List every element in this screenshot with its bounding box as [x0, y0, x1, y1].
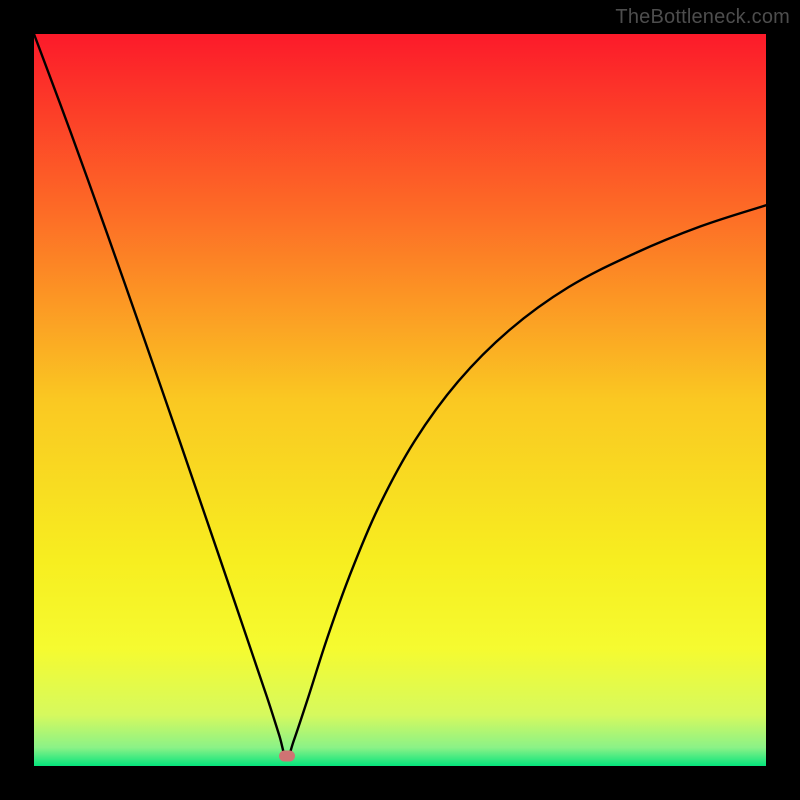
bottleneck-curve [34, 34, 766, 759]
plot-area [34, 34, 766, 766]
optimal-point-marker [279, 751, 295, 762]
curve-layer [34, 34, 766, 766]
watermark-text: TheBottleneck.com [615, 6, 790, 29]
outer-frame: TheBottleneck.com [0, 0, 800, 800]
